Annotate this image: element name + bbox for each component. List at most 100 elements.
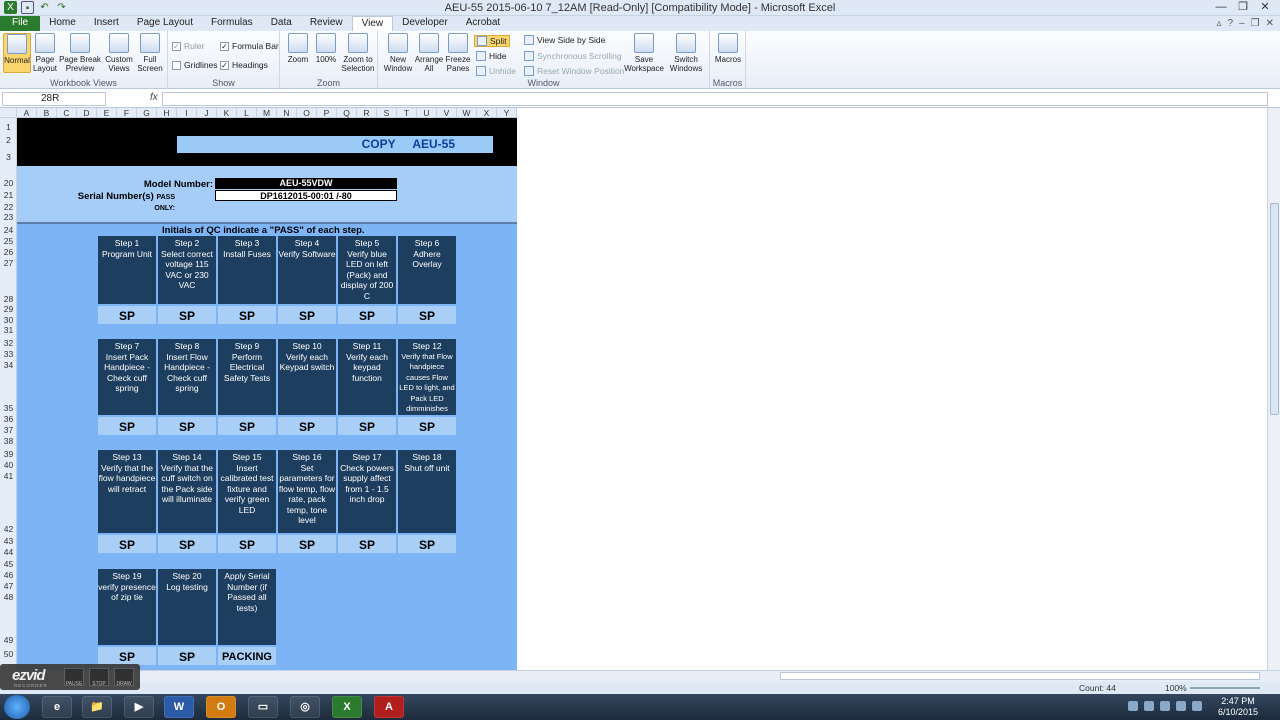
row-header[interactable]: 24 [0, 225, 17, 235]
tab-page-layout[interactable]: Page Layout [128, 16, 202, 31]
zoom-100-button[interactable]: 100% [314, 33, 338, 64]
row-header[interactable]: 47 [0, 581, 17, 591]
step-cell[interactable]: Step 1 Program Unit [97, 235, 157, 305]
vertical-scrollbar[interactable] [1267, 108, 1280, 670]
step-cell[interactable]: Step 8 Insert Flow Handpiece - Check cuff… [157, 338, 217, 416]
row-header[interactable]: 41 [0, 471, 17, 481]
gridlines-checkbox[interactable]: Gridlines [172, 60, 218, 70]
row-header[interactable]: 22 [0, 202, 17, 212]
help-icon[interactable]: ? [1228, 18, 1234, 29]
tray-icon[interactable] [1144, 701, 1154, 711]
close-icon[interactable]: ✕ [1254, 0, 1276, 15]
row-header[interactable]: 33 [0, 349, 17, 359]
acrobat-icon[interactable]: A [374, 696, 404, 718]
page-break-preview-button[interactable]: Page Break Preview [59, 33, 101, 73]
pass-initials-cell[interactable]: SP [157, 534, 217, 554]
row-header[interactable]: 48 [0, 592, 17, 602]
step-cell[interactable]: Step 9 Perform Electrical Safety Tests [217, 338, 277, 416]
headings-checkbox[interactable]: ✓ Headings [220, 60, 268, 70]
column-header[interactable]: A [17, 108, 37, 118]
step-cell[interactable]: Step 7 Insert Pack Handpiece - Check cuff… [97, 338, 157, 416]
horizontal-scrollbar[interactable] [780, 672, 1260, 680]
restore-icon[interactable]: ❐ [1232, 0, 1254, 15]
zoom-level[interactable]: 100% [1165, 683, 1187, 693]
tab-insert[interactable]: Insert [85, 16, 128, 31]
app-icon[interactable]: ◎ [290, 696, 320, 718]
empty-grid-area[interactable] [517, 108, 1267, 670]
name-box[interactable]: 28R [2, 92, 106, 106]
workbook-minimize-icon[interactable]: – [1239, 18, 1245, 29]
pause-button[interactable]: PAUSE [64, 668, 84, 687]
tab-home[interactable]: Home [40, 16, 85, 31]
pass-initials-cell[interactable]: SP [97, 534, 157, 554]
stop-button[interactable]: STOP [89, 668, 109, 687]
column-header[interactable]: T [397, 108, 417, 118]
formula-input[interactable] [162, 92, 1268, 106]
column-header[interactable]: H [157, 108, 177, 118]
fx-icon[interactable]: fx [150, 92, 158, 103]
column-header[interactable]: X [477, 108, 497, 118]
row-header[interactable]: 42 [0, 524, 17, 534]
row-header[interactable]: 25 [0, 236, 17, 246]
ie-icon[interactable]: e [42, 696, 72, 718]
pass-initials-cell[interactable]: SP [217, 416, 277, 436]
minimize-icon[interactable]: — [1210, 0, 1232, 15]
formula-bar-checkbox[interactable]: ✓ Formula Bar [220, 41, 279, 51]
column-header[interactable]: P [317, 108, 337, 118]
tab-data[interactable]: Data [262, 16, 301, 31]
column-header[interactable]: C [57, 108, 77, 118]
row-header[interactable]: 27 [0, 258, 17, 268]
row-header[interactable]: 43 [0, 536, 17, 546]
step-cell[interactable]: Step 15 Insert calibrated test fixture an… [217, 449, 277, 534]
zoom-to-selection-button[interactable]: Zoom to Selection [340, 33, 376, 73]
step-cell[interactable]: Step 4 Verify Software [277, 235, 337, 305]
pass-initials-cell[interactable]: SP [217, 534, 277, 554]
tray-icon[interactable] [1128, 701, 1138, 711]
zoom-slider[interactable] [1190, 687, 1260, 689]
tab-view[interactable]: View [351, 16, 394, 31]
column-header[interactable]: O [297, 108, 317, 118]
step-cell[interactable]: Step 11 Verify each keypad function [337, 338, 397, 416]
step-cell[interactable]: Step 3 Install Fuses [217, 235, 277, 305]
pass-initials-cell[interactable]: SP [157, 646, 217, 666]
save-workspace-button[interactable]: Save Workspace [624, 33, 664, 73]
step-cell[interactable]: Step 2 Select correct voltage 115 VAC or … [157, 235, 217, 305]
full-screen-button[interactable]: Full Screen [136, 33, 164, 73]
row-header[interactable]: 30 [0, 315, 17, 325]
outlook-icon[interactable]: O [206, 696, 236, 718]
tab-acrobat[interactable]: Acrobat [457, 16, 509, 31]
window-app-icon[interactable]: ▭ [248, 696, 278, 718]
step-cell[interactable]: Apply Serial Number (if Passed all tests… [217, 568, 277, 646]
step-cell[interactable]: Step 20 Log testing [157, 568, 217, 646]
worksheet-form[interactable]: COPY AEU-55 Model Number: AEU-55VDW Seri… [17, 118, 517, 670]
pass-initials-cell[interactable]: PACKING [217, 646, 277, 666]
step-cell[interactable]: Step 19 verify presence of zip tie [97, 568, 157, 646]
pass-initials-cell[interactable]: SP [397, 534, 457, 554]
row-header[interactable]: 45 [0, 559, 17, 569]
step-cell[interactable]: Step 18 Shut off unit [397, 449, 457, 534]
pass-initials-cell[interactable]: SP [337, 305, 397, 325]
tab-formulas[interactable]: Formulas [202, 16, 262, 31]
select-all-corner[interactable] [0, 108, 17, 118]
draw-button[interactable]: DRAW [114, 668, 134, 687]
ruler-checkbox[interactable]: ✓ Ruler [172, 41, 204, 51]
row-header[interactable]: 31 [0, 325, 17, 335]
tab-developer[interactable]: Developer [393, 16, 457, 31]
tab-review[interactable]: Review [301, 16, 352, 31]
row-header[interactable]: 44 [0, 547, 17, 557]
start-button[interactable] [4, 695, 30, 719]
pass-initials-cell[interactable]: SP [157, 305, 217, 325]
column-header[interactable]: Y [497, 108, 517, 118]
column-header[interactable]: L [237, 108, 257, 118]
column-header[interactable]: W [457, 108, 477, 118]
pass-initials-cell[interactable]: SP [97, 305, 157, 325]
row-header[interactable]: 46 [0, 570, 17, 580]
collapse-ribbon-icon[interactable]: ▵ [1216, 18, 1221, 29]
pass-initials-cell[interactable]: SP [97, 646, 157, 666]
row-header[interactable]: 1 [0, 122, 17, 132]
pass-initials-cell[interactable]: SP [277, 305, 337, 325]
word-icon[interactable]: W [164, 696, 194, 718]
step-cell[interactable]: Step 12 Verify that Flow handpiece causes… [397, 338, 457, 416]
pass-initials-cell[interactable]: SP [337, 416, 397, 436]
macros-button[interactable]: Macros [714, 33, 742, 64]
